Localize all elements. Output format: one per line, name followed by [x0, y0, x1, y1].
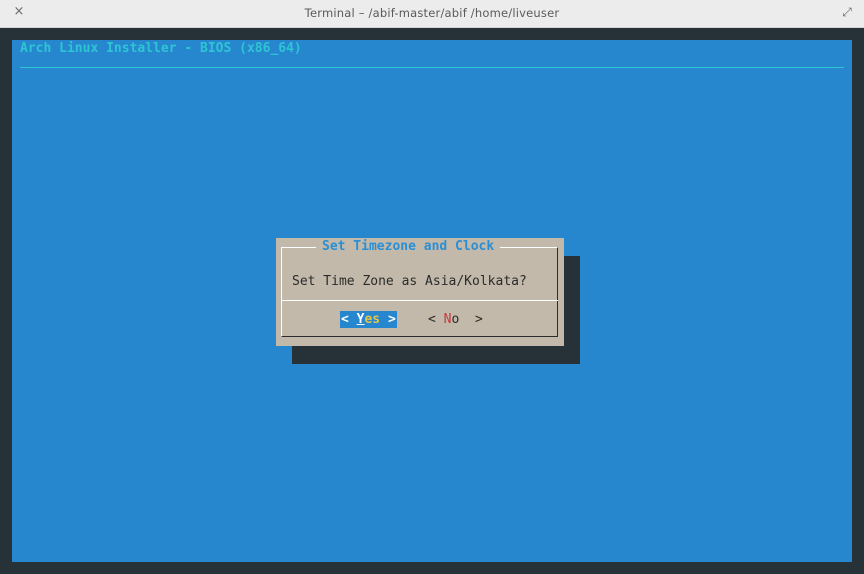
dialog-message: Set Time Zone as Asia/Kolkata? — [292, 274, 527, 289]
maximize-icon[interactable]: ⤢ — [840, 5, 854, 19]
yes-button-label-rest: es — [364, 312, 381, 327]
installer-screen: Arch Linux Installer - BIOS (x86_64) Set… — [12, 40, 852, 562]
no-button-open: < — [428, 312, 444, 327]
yes-button-open: < — [341, 312, 357, 327]
installer-backtitle: Arch Linux Installer - BIOS (x86_64) — [20, 41, 302, 56]
dialog-title: Set Timezone and Clock — [316, 238, 501, 256]
window-titlebar: × Terminal – /abif-master/abif /home/liv… — [0, 0, 864, 28]
terminal-area[interactable]: Arch Linux Installer - BIOS (x86_64) Set… — [0, 28, 864, 574]
dialog-frame — [281, 247, 558, 337]
timezone-dialog: Set Timezone and Clock Set Time Zone as … — [276, 238, 564, 346]
no-button[interactable]: < No > — [428, 311, 483, 328]
yes-button[interactable]: < Yes > — [340, 311, 397, 328]
backtitle-divider — [20, 67, 844, 68]
no-button-close: > — [459, 312, 483, 327]
dialog-divider — [282, 300, 558, 301]
window-title: Terminal – /abif-master/abif /home/liveu… — [304, 6, 560, 20]
yes-button-close: > — [380, 312, 396, 327]
